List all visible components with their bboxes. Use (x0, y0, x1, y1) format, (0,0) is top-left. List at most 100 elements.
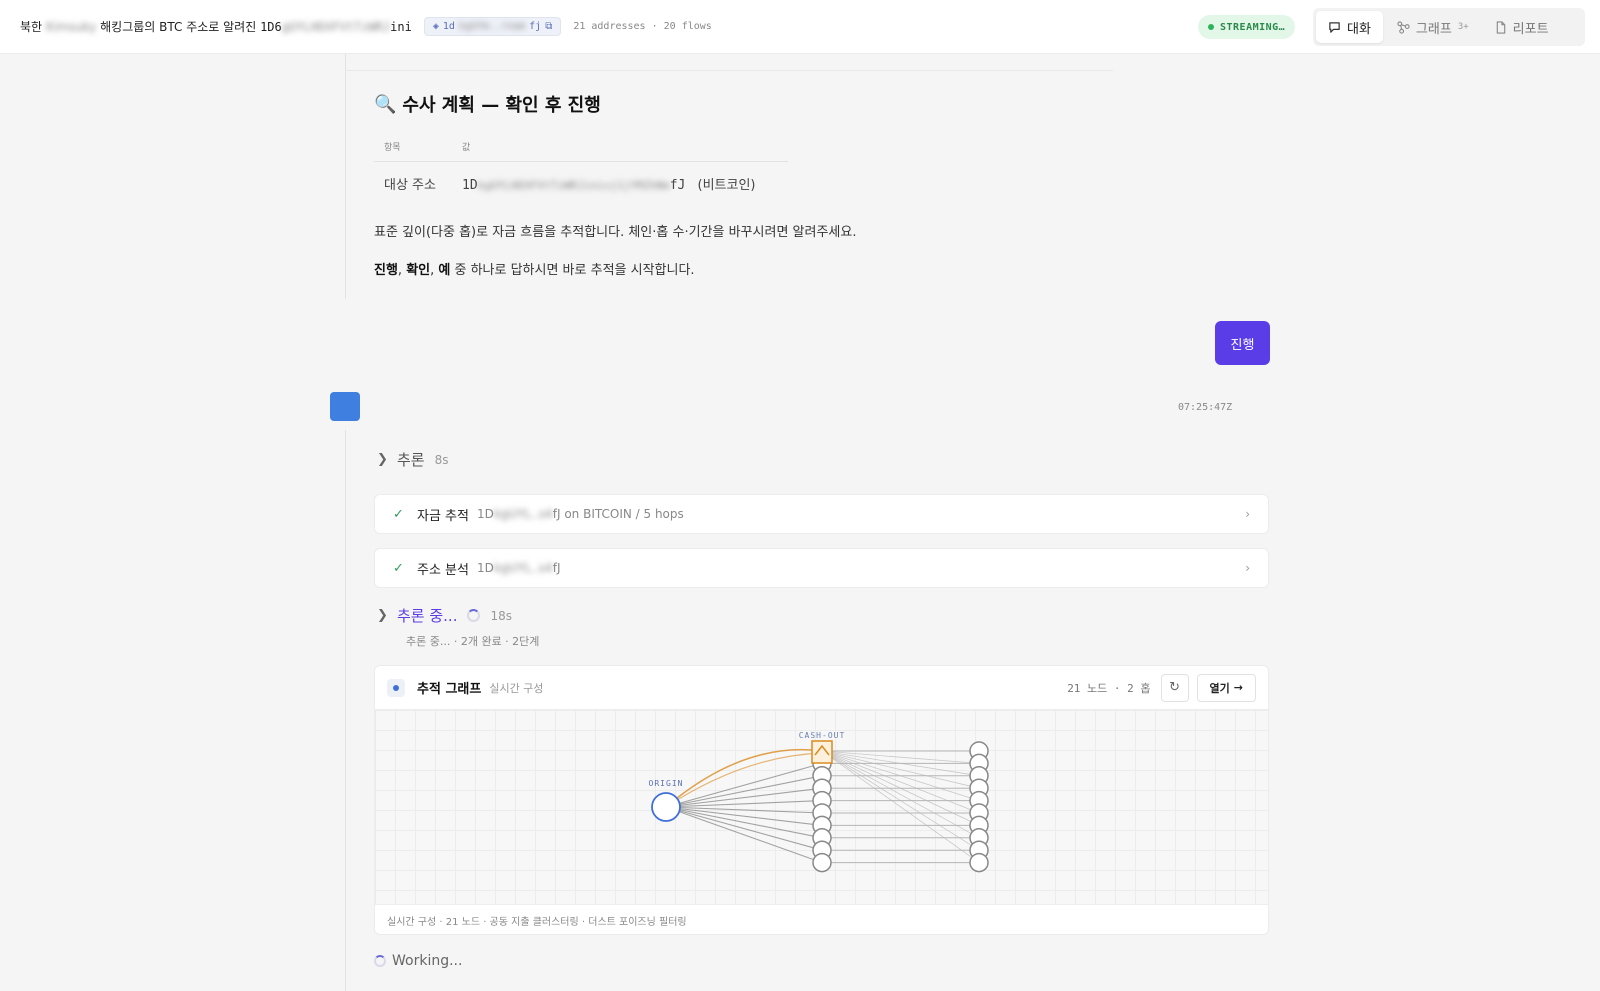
chevron-right-icon: › (1245, 561, 1250, 575)
plan-table: 항목 값 대상 주소 1DkgUYLHDXFVtTzWRJinivj1jYMZh… (374, 135, 788, 203)
tab-chat-label: 대화 (1347, 21, 1371, 37)
hop1-node (812, 852, 832, 873)
graph-stats: 21 노드 · 2 홉 (1067, 681, 1151, 695)
tool-name: 주소 분석 (417, 562, 469, 578)
chat-icon (1329, 21, 1340, 33)
thread-line-top (345, 54, 346, 299)
chevron-right-icon: ❯ (377, 608, 388, 623)
view-tabs: 대화 그래프 3+ 리포트 (1313, 8, 1585, 46)
plan-description: 표준 깊이(다중 홉)로 자금 흐름을 추적합니다. 체인·홉 수·기간을 바꾸… (374, 225, 857, 240)
document-icon (1496, 20, 1505, 34)
chevron-right-icon: › (1245, 507, 1250, 521)
graph-subtitle: 실시간 구성 (489, 681, 544, 695)
working-label: Working... (392, 953, 463, 969)
edge (821, 750, 980, 764)
tool-call-fund-trace[interactable]: ✓ 자금 추적 1DkgUYL..s4fJ on BITCOIN / 5 hop… (374, 494, 1269, 534)
reasoning-active-duration: 18s (490, 608, 513, 623)
title-addr-start: 1D6 (260, 19, 282, 34)
title-middle: 해킹그룹의 BTC 주소로 알려진 (100, 20, 257, 34)
edge (665, 806, 823, 864)
detail-end: fJ on BITCOIN / 5 hops (552, 507, 684, 521)
message-timestamp: 07:25:47Z (1178, 402, 1233, 413)
tool-detail: 1DkgUYL..s4fJ on BITCOIN / 5 hops (477, 507, 684, 521)
sep: , (397, 263, 407, 278)
tab-chat[interactable]: 대화 (1316, 11, 1383, 43)
edge (821, 750, 980, 789)
reasoning-progress-note: 추론 중... · 2개 완료 · 2단계 (406, 635, 540, 648)
graph-icon (1397, 20, 1410, 34)
copy-icon[interactable]: ⧉ (545, 21, 552, 32)
open-graph-button[interactable]: 열기 → (1196, 673, 1256, 702)
trace-graph-card: 추적 그래프 실시간 구성 21 노드 · 2 홉 ↻ 열기 → CASH-OUT… (374, 665, 1269, 935)
streaming-dot-icon (1208, 24, 1214, 30)
graph-canvas[interactable]: CASH-OUT ORIGIN (375, 710, 1268, 904)
keyword-proceed: 진행 (374, 263, 398, 278)
keyword-yes: 예 (438, 263, 451, 278)
detail-redacted: kgUYL..s4 (493, 507, 553, 521)
tool-call-address-analysis[interactable]: ✓ 주소 분석 1DkgUYL..s4fJ › (374, 548, 1269, 588)
check-icon: ✓ (393, 560, 404, 576)
tab-graph-badge: 3+ (1457, 22, 1469, 32)
chip-end: fj (529, 21, 542, 32)
reasoning-active-toggle[interactable]: ❯ 추론 중... 18s (377, 605, 512, 626)
tab-graph-label: 그래프 (1415, 21, 1452, 37)
arrow-right-icon: → (1233, 681, 1243, 694)
target-addr-redacted: kgUYLHDXFVtTzWRJinivj1jYMZhNm (477, 179, 670, 192)
cashout-label: CASH-OUT (799, 731, 846, 740)
assistant-avatar (330, 392, 360, 421)
graph-meta: 21 addresses · 20 flows (573, 21, 712, 32)
case-title: 북한 Kimsuky 해킹그룹의 BTC 주소로 알려진 1D6 gUYLHDXF… (20, 18, 412, 35)
plan-instructions: 진행, 확인, 예 중 하나로 답하시면 바로 추적을 시작합니다. (374, 259, 695, 278)
target-addr-start: 1D (462, 178, 478, 193)
refresh-icon[interactable]: ↻ (1160, 673, 1189, 702)
col-value: 값 (452, 135, 788, 162)
reasoning-duration: 8s (434, 452, 449, 467)
magnifier-icon: 🔍 (374, 93, 397, 115)
plan-heading-text: 수사 계획 — 확인 후 진행 (402, 95, 601, 116)
edge (665, 762, 823, 808)
edge (821, 750, 980, 814)
check-icon: ✓ (393, 506, 404, 522)
instructions-rest: 중 하나로 답하시면 바로 추적을 시작합니다. (450, 263, 695, 278)
plan-heading: 🔍 수사 계획 — 확인 후 진행 (374, 91, 601, 117)
tab-report[interactable]: 리포트 (1483, 11, 1561, 43)
edge (821, 750, 980, 863)
working-status: Working... (374, 953, 462, 969)
row-label: 대상 주소 (384, 178, 436, 193)
hop2-node (969, 852, 989, 873)
keyword-confirm: 확인 (406, 263, 431, 278)
title-group-redacted: Kimsuky (45, 19, 97, 34)
reasoning-toggle[interactable]: ❯ 추론 8s (377, 449, 449, 470)
edge (821, 750, 980, 839)
graph-title: 추적 그래프 (417, 682, 482, 697)
table-row: 대상 주소 1DkgUYLHDXFVtTzWRJinivj1jYMZhNmfJ … (374, 162, 788, 204)
chip-start: 1d (442, 21, 455, 32)
target-addr-end: fJ (669, 178, 686, 193)
origin-label: ORIGIN (649, 779, 684, 788)
reasoning-label: 추론 (397, 451, 425, 469)
tab-report-label: 리포트 (1512, 21, 1549, 37)
detail-redacted: kgUYL..s4 (493, 561, 553, 575)
tab-graph[interactable]: 그래프 3+ (1385, 11, 1481, 43)
thread-line-bottom (345, 430, 346, 991)
detail-start: 1D (476, 507, 494, 521)
tool-name: 자금 추적 (417, 508, 469, 524)
target-chain: (비트코인) (697, 178, 756, 193)
title-addr-redacted: gUYLHDXFVtTzWRJ (281, 19, 391, 34)
chevron-right-icon: ❯ (377, 452, 388, 467)
address-chip-icon: ◈ (432, 21, 439, 32)
graph-svg: CASH-OUT ORIGIN (649, 731, 989, 873)
chip-redacted: kgUYm..ream (458, 21, 526, 32)
thread-divider (345, 70, 1113, 71)
streaming-label: STREAMING… (1220, 21, 1286, 33)
streaming-badge: STREAMING… (1198, 15, 1296, 39)
graph-card-header: 추적 그래프 실시간 구성 21 노드 · 2 홉 ↻ 열기 → (375, 666, 1268, 710)
graph-footer: 실시간 구성 · 21 노드 · 공동 지출 클러스터링 · 더스트 포이즈닝 … (375, 904, 1268, 934)
reasoning-active-label: 추론 중... (397, 607, 458, 625)
address-chip[interactable]: ◈ 1d kgUYm..ream fj ⧉ (423, 17, 562, 36)
title-prefix: 북한 (20, 20, 43, 34)
graph-live-icon (387, 678, 405, 697)
spinner-icon (374, 955, 386, 967)
tool-detail: 1DkgUYL..s4fJ (477, 561, 561, 575)
title-addr-end: ini (390, 19, 412, 34)
